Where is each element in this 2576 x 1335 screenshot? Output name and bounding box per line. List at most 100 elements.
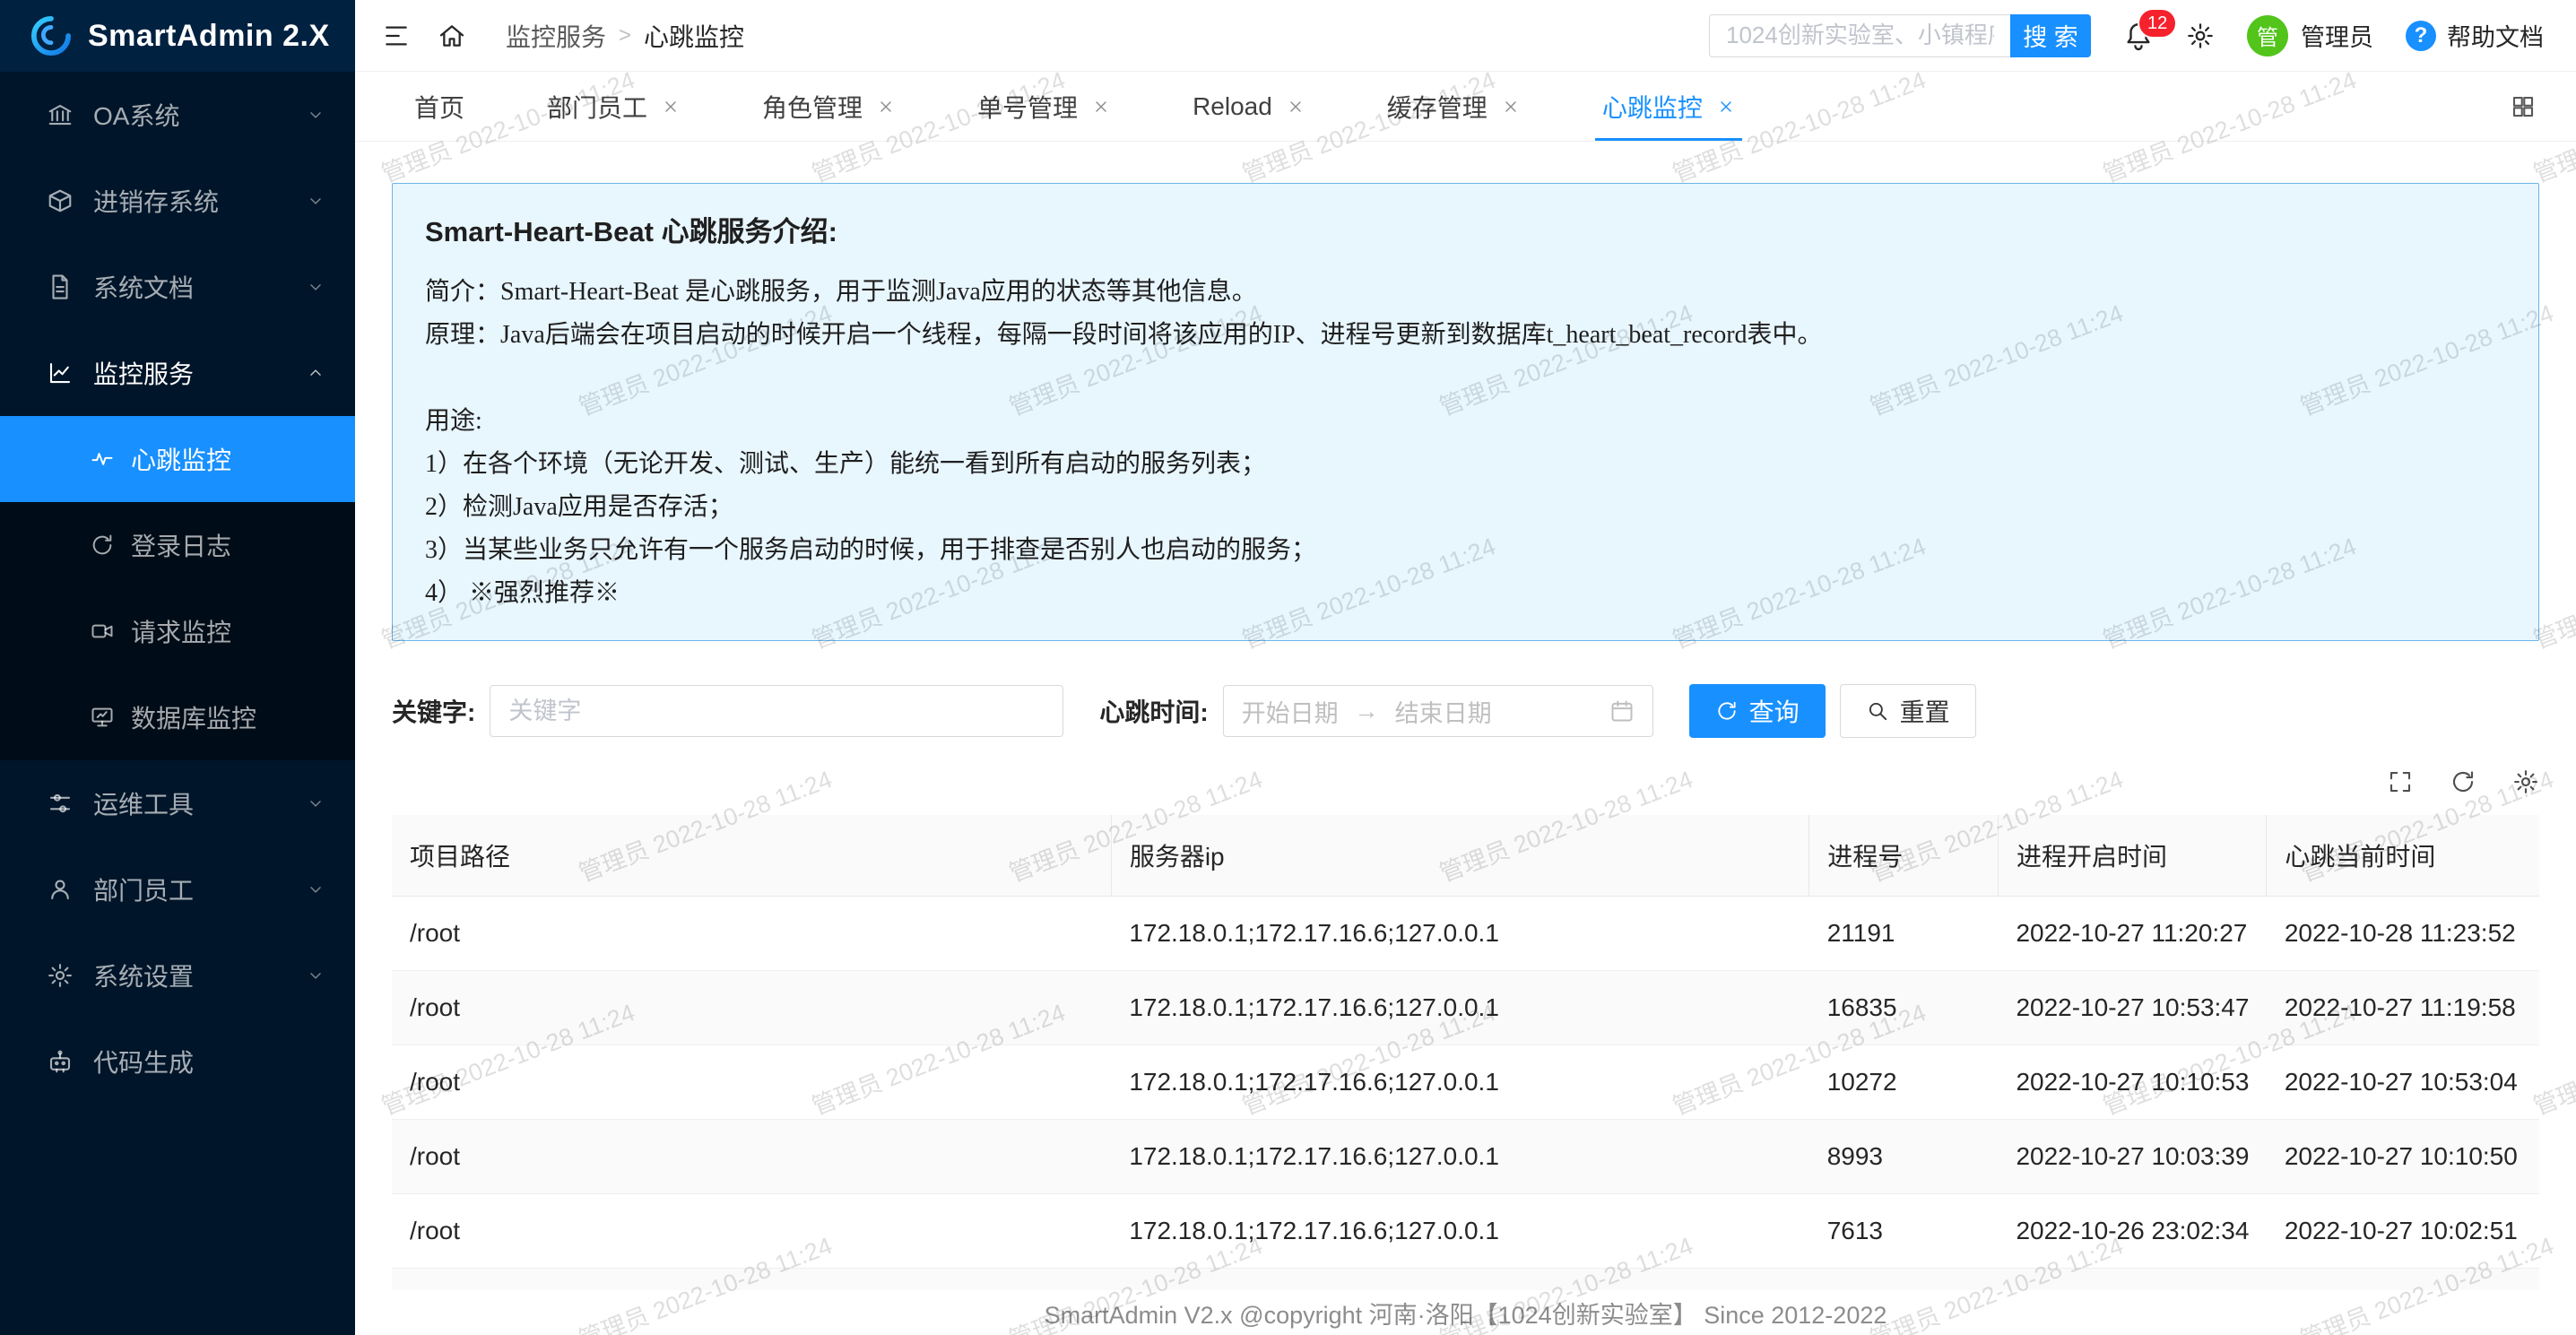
sidebar-item-system-docs[interactable]: 系统文档 (0, 244, 355, 330)
sidebar-item-inventory-system[interactable]: 进销存系统 (0, 158, 355, 244)
date-range-arrow: → (1355, 698, 1379, 725)
heartbeat-time-label: 心跳时间: (1099, 693, 1208, 729)
tab-close-icon[interactable] (1092, 98, 1110, 116)
tab-label: 心跳监控 (1602, 89, 1703, 125)
intro-line: 原理：Java后端会在项目启动的时候开启一个线程，每隔一段时间将该应用的IP、进… (425, 314, 2506, 357)
robot-icon (47, 1048, 74, 1075)
table-cell: 10272 (1809, 1045, 1999, 1120)
video-icon (90, 619, 115, 644)
header-settings-icon[interactable] (2186, 22, 2215, 50)
table-cell: 2022-10-27 10:02:51 (2267, 1194, 2539, 1269)
intro-line: 4） ※强烈推荐※ (425, 572, 2506, 615)
user-menu[interactable]: 管 管理员 (2247, 15, 2373, 56)
intro-title: Smart-Heart-Beat 心跳服务介绍: (425, 209, 2506, 249)
intro-line: 用途: (425, 400, 2506, 443)
top-header: SmartAdmin 2.X 监控服务 > 心跳监控 搜 索 (0, 0, 2576, 72)
table-row: /root172.18.0.1;172.17.16.6;127.0.0.1211… (392, 897, 2539, 971)
sidebar-item-label: 代码生成 (93, 1044, 325, 1079)
tab-bar: 首页 部门员工 角色管理 单号管理 Reload 缓存管理 心跳监控 (355, 72, 2576, 142)
chevron-down-icon (307, 106, 325, 124)
filter-row: 关键字: 心跳时间: 开始日期 → 结束日期 查询 (392, 684, 2539, 738)
sidebar-item-oa-system[interactable]: OA系统 (0, 72, 355, 158)
sidebar-subitem-heartbeat-monitor[interactable]: 心跳监控 (0, 416, 355, 502)
table-toolbar (392, 768, 2539, 795)
tab-close-icon[interactable] (877, 98, 895, 116)
date-range-picker[interactable]: 开始日期 → 结束日期 (1223, 685, 1653, 737)
table-cell: /root (392, 1045, 1111, 1120)
table-row: /root172.18.0.1;172.17.16.6;127.0.0.1761… (392, 1194, 2539, 1269)
tab-heartbeat-monitor[interactable]: 心跳监控 (1602, 72, 1735, 141)
breadcrumb: 监控服务 > 心跳监控 (506, 18, 744, 54)
sidebar-subitem-login-log[interactable]: 登录日志 (0, 502, 355, 588)
sidebar-subitem-label: 登录日志 (131, 527, 231, 563)
pulse-icon (90, 446, 115, 472)
sidebar-subitem-database-monitor[interactable]: 数据库监控 (0, 674, 355, 760)
sidebar-item-label: 运维工具 (93, 785, 287, 821)
table-row: /root172.18.0.1;172.17.16.6;127.0.0.1599… (392, 1269, 2539, 1291)
table-cell: 2022-10-27 10:10:50 (2267, 1120, 2539, 1194)
tab-label: Reload (1193, 92, 1272, 121)
help-link[interactable]: ? 帮助文档 (2406, 18, 2544, 53)
tab-cache-manage[interactable]: 缓存管理 (1387, 72, 1520, 141)
table-cell: 2022-10-27 11:19:58 (2267, 971, 2539, 1045)
tab-department-staff[interactable]: 部门员工 (547, 72, 680, 141)
sidebar-item-monitor-service[interactable]: 监控服务 (0, 330, 355, 416)
sidebar-item-department-staff[interactable]: 部门员工 (0, 846, 355, 932)
app-logo[interactable]: SmartAdmin 2.X (0, 0, 355, 72)
table-cell: 172.18.0.1;172.17.16.6;127.0.0.1 (1111, 897, 1808, 971)
keyword-label: 关键字: (392, 693, 475, 729)
chevron-down-icon (307, 278, 325, 296)
home-icon[interactable] (438, 22, 466, 50)
tab-serial-manage[interactable]: 单号管理 (977, 72, 1110, 141)
sidebar-item-ops-tools[interactable]: 运维工具 (0, 760, 355, 846)
db-monitor-icon (90, 705, 115, 730)
table-cell: /root (392, 1269, 1111, 1291)
app-title: SmartAdmin 2.X (88, 19, 330, 54)
breadcrumb-parent[interactable]: 监控服务 (506, 18, 606, 54)
page-content: Smart-Heart-Beat 心跳服务介绍: 简介：Smart-Heart-… (355, 142, 2576, 1290)
table-cell: 172.18.0.1;172.17.16.6;127.0.0.1 (1111, 1045, 1808, 1120)
keyword-input[interactable] (490, 685, 1063, 737)
tab-label: 部门员工 (547, 89, 647, 125)
header-main: 监控服务 > 心跳监控 搜 索 12 管 管理员 (355, 0, 2576, 72)
search-input[interactable] (1709, 14, 2010, 57)
tab-role-manage[interactable]: 角色管理 (762, 72, 895, 141)
sidebar-item-label: 系统设置 (93, 958, 287, 993)
tab-reload[interactable]: Reload (1193, 72, 1305, 141)
reset-button[interactable]: 重置 (1840, 684, 1976, 738)
avatar: 管 (2247, 15, 2288, 56)
query-button[interactable]: 查询 (1689, 684, 1826, 738)
tab-close-icon[interactable] (1287, 98, 1305, 116)
tab-close-icon[interactable] (1502, 98, 1520, 116)
chevron-down-icon (307, 967, 325, 984)
tab-home[interactable]: 首页 (414, 72, 464, 141)
table-cell: 2022-10-28 11:23:52 (2267, 897, 2539, 971)
table-cell: 8993 (1809, 1120, 1999, 1194)
table-refresh-icon[interactable] (2450, 768, 2476, 795)
sidebar-item-system-settings[interactable]: 系统设置 (0, 932, 355, 1019)
table-cell: 2022-10-27 10:53:47 (1998, 971, 2266, 1045)
chevron-up-icon (307, 364, 325, 382)
tab-options-grid-icon[interactable] (2510, 93, 2537, 120)
menu-collapse-icon[interactable] (382, 22, 411, 50)
table-cell: 2022-10-27 11:20:27 (1998, 897, 2266, 971)
chevron-down-icon (307, 192, 325, 210)
column-header: 进程开启时间 (1998, 815, 2266, 897)
heartbeat-intro-panel: Smart-Heart-Beat 心跳服务介绍: 简介：Smart-Heart-… (392, 183, 2539, 641)
date-start-placeholder: 开始日期 (1242, 694, 1339, 729)
table-settings-icon[interactable] (2512, 768, 2539, 795)
query-refresh-icon (1715, 699, 1739, 723)
search-button[interactable]: 搜 索 (2010, 14, 2091, 57)
table-cell: 172.18.0.1;172.17.16.6;127.0.0.1 (1111, 1120, 1808, 1194)
breadcrumb-current: 心跳监控 (644, 18, 744, 54)
fullscreen-icon[interactable] (2387, 768, 2414, 795)
sidebar-item-code-generator[interactable]: 代码生成 (0, 1019, 355, 1105)
table-cell: 2022-10-27 10:53:04 (2267, 1045, 2539, 1120)
sidebar-subitem-request-monitor[interactable]: 请求监控 (0, 588, 355, 674)
notification-bell[interactable]: 12 (2123, 21, 2154, 51)
tab-close-icon[interactable] (1717, 98, 1735, 116)
document-icon (47, 273, 74, 300)
sidebar-item-label: 部门员工 (93, 871, 287, 907)
tab-close-icon[interactable] (662, 98, 680, 116)
table-cell: 172.18.0.1;172.17.16.6;127.0.0.1 (1111, 1269, 1808, 1291)
